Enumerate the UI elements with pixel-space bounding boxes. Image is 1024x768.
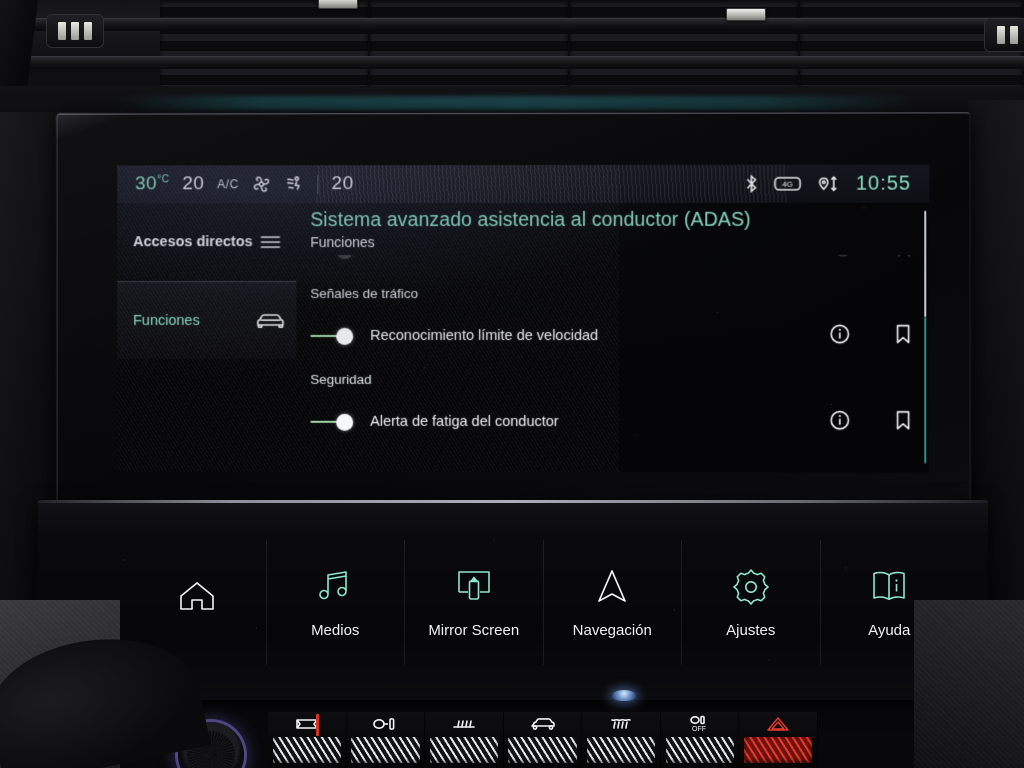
console-indicator-led — [612, 690, 636, 701]
mirror-screen-icon[interactable] — [451, 566, 497, 608]
info-icon[interactable] — [829, 409, 851, 436]
section-header-seguridad: Seguridad — [296, 359, 929, 399]
toggle-switch-speed-limit-recognition[interactable] — [310, 326, 360, 346]
vent-knob-right[interactable] — [984, 18, 1024, 52]
hamburger-menu-icon[interactable] — [251, 222, 291, 262]
car-front-icon[interactable] — [251, 301, 291, 341]
navigation-arrow-icon[interactable] — [592, 566, 632, 608]
ambient-light-strip — [118, 96, 918, 110]
page-subtitle: Funciones — [310, 234, 375, 251]
sidebar-item-label: Accesos directos — [133, 234, 253, 251]
bookmark-icon[interactable] — [893, 323, 913, 350]
vent-knob-left[interactable] — [46, 14, 104, 48]
vent-slider-left[interactable] — [318, 0, 358, 9]
dock-item-mirror-screen[interactable]: Mirror Screen — [405, 540, 544, 665]
toggle-switch-driver-fatigue-alert[interactable] — [310, 412, 360, 432]
red-indicator-line — [316, 714, 319, 736]
sidebar-item-label: Funciones — [133, 312, 200, 329]
bluetooth-icon[interactable] — [743, 174, 759, 194]
setting-row-label: Reconocimiento límite de velocidad — [370, 327, 599, 345]
dock-item-ajustes[interactable]: Ajustes — [682, 540, 821, 665]
setting-row-label: Alerta de fatiga del conductor — [370, 413, 559, 431]
hardkey-recirculation[interactable] — [347, 712, 426, 768]
dock-item-navegacion[interactable]: Navegación — [544, 540, 682, 665]
scrollbar-track-upper — [924, 210, 927, 317]
infotainment-screenshot: 30°C 20 A/C 20 4G 10:55 Accesos directos… — [0, 0, 1024, 768]
rear-defrost-icon — [451, 714, 477, 734]
sidebar-item-accesos-directos[interactable]: Accesos directos — [117, 203, 296, 281]
windshield-defrost-icon — [607, 714, 635, 734]
hardkey-auto-off[interactable]: OFF — [661, 712, 740, 768]
infotainment-screen-housing: 30°C 20 A/C 20 4G 10:55 Accesos directos… — [55, 111, 972, 507]
dock-bar: Medios Mirror Screen Navegación Ajustes … — [128, 540, 958, 665]
home-icon[interactable] — [174, 575, 220, 617]
scrollbar-thumb[interactable] — [924, 316, 927, 464]
touchscreen-display[interactable]: 30°C 20 A/C 20 4G 10:55 Accesos directos… — [117, 164, 930, 473]
dock-item-label: Mirror Screen — [428, 622, 520, 639]
status-bar: 30°C 20 A/C 20 4G 10:55 — [117, 164, 930, 204]
setting-row-alerta-de-fatiga-del-conductor[interactable]: Alerta de fatiga del conductor — [296, 399, 929, 446]
music-note-icon[interactable] — [315, 566, 355, 608]
settings-content-panel: Sistema avanzado asistencia al conductor… — [296, 203, 929, 473]
toggle-switch[interactable] — [310, 254, 360, 260]
airflow-person-icon[interactable] — [285, 174, 305, 194]
hardkey-rear-defrost[interactable] — [425, 712, 504, 768]
auto-off-icon: OFF — [686, 714, 714, 734]
hardkey-hazard-lights[interactable] — [739, 712, 819, 768]
parking-sensor-icon — [527, 714, 559, 734]
hardkey-parking-sensor[interactable] — [504, 712, 583, 768]
dock-item-label: Ayuda — [868, 622, 911, 639]
settings-list[interactable]: Señales de tráfico Reconocimiento límite… — [296, 254, 929, 446]
hazard-lights-icon — [765, 714, 791, 734]
location-arrows-icon[interactable] — [816, 174, 842, 194]
dock-item-label: Navegación — [572, 622, 652, 639]
section-header-label: Seguridad — [310, 371, 372, 387]
passenger-zone-temperature[interactable]: 20 — [332, 173, 354, 195]
dock-item-label: Ajustes — [726, 622, 776, 639]
svg-text:4G: 4G — [782, 180, 793, 189]
vertical-scrollbar[interactable] — [924, 210, 927, 464]
sidebar-item-funciones[interactable]: Funciones — [117, 281, 297, 359]
ac-label[interactable]: A/C — [217, 177, 239, 191]
svg-text:OFF: OFF — [692, 726, 706, 733]
outside-temperature: 30°C — [135, 173, 170, 195]
section-header-label: Señales de tráfico — [310, 285, 419, 301]
screen-body: Accesos directos Funciones Sistema avanz… — [117, 203, 929, 473]
bookmark-icon[interactable] — [895, 255, 913, 263]
info-icon[interactable] — [829, 323, 851, 350]
info-icon[interactable] — [833, 255, 853, 263]
4g-icon: 4G — [773, 174, 801, 194]
dock-item-medios[interactable]: Medios — [267, 540, 405, 665]
climate-hardkey-strip: OFF — [268, 712, 819, 768]
bookmark-icon[interactable] — [893, 409, 913, 436]
side-navigation-rail: Accesos directos Funciones — [117, 203, 297, 472]
hardkey-front-defrost[interactable] — [268, 712, 347, 768]
help-book-icon[interactable] — [866, 566, 912, 608]
page-header: Sistema avanzado asistencia al conductor… — [296, 203, 929, 250]
fan-icon[interactable] — [252, 174, 272, 194]
dock-item-label: Medios — [311, 622, 360, 639]
section-header-senales-de-trafico: Señales de tráfico — [296, 273, 929, 313]
vent-slider-right[interactable] — [726, 8, 766, 21]
gear-icon[interactable] — [730, 566, 772, 608]
clock: 10:55 — [855, 172, 912, 195]
hardkey-windshield-defrost[interactable] — [582, 712, 661, 768]
setting-row-reconocimiento-limite-de-velocidad[interactable]: Reconocimiento límite de velocidad — [296, 313, 929, 359]
recirculation-icon — [371, 714, 399, 734]
right-lower-trim — [914, 600, 1024, 768]
driver-zone-temperature[interactable]: 20 — [182, 173, 204, 195]
page-title: Sistema avanzado asistencia al conductor… — [310, 208, 751, 232]
partial-row-above[interactable] — [296, 254, 929, 273]
